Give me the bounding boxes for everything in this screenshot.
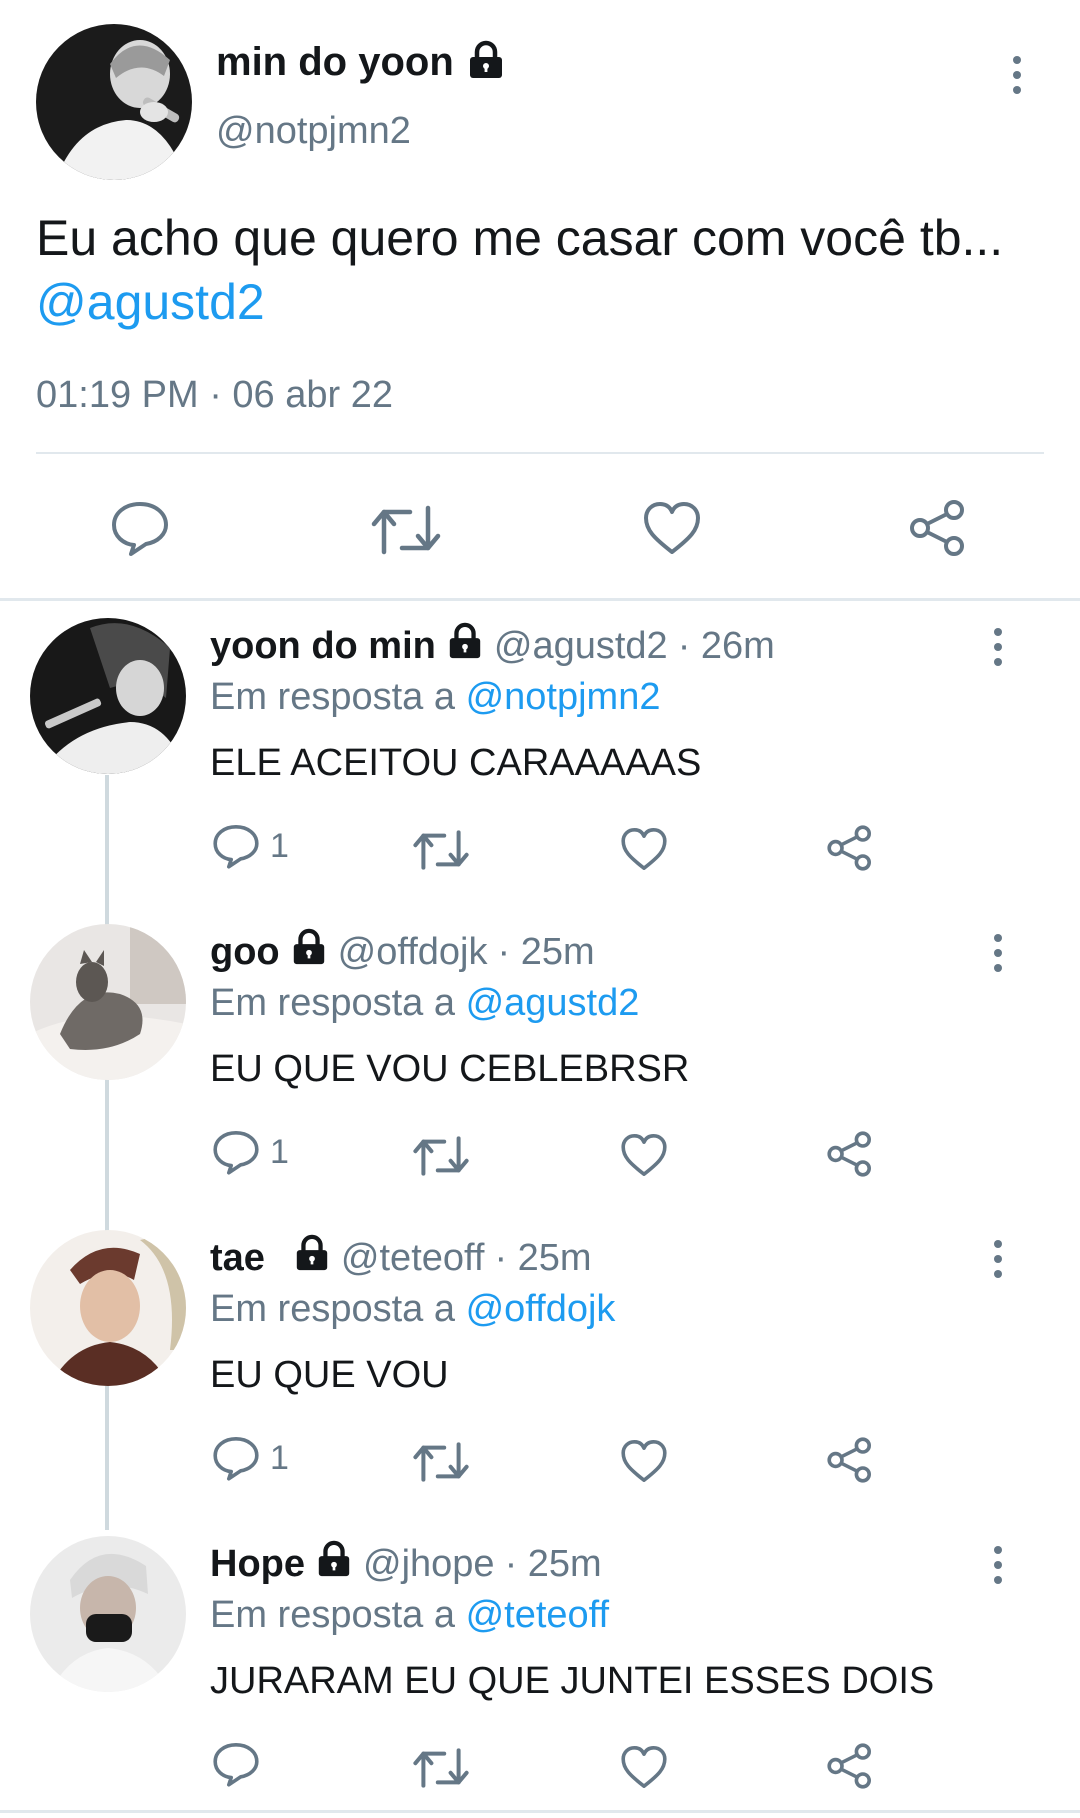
retweet-icon[interactable] [412, 1438, 470, 1486]
reply-action[interactable]: 1 [212, 822, 289, 870]
lock-icon [293, 1234, 331, 1282]
lock-icon [290, 928, 328, 976]
share-icon[interactable] [826, 824, 874, 872]
like-icon[interactable] [620, 826, 668, 872]
reply-icon[interactable] [212, 1128, 260, 1176]
reply-to-label: Em resposta a [210, 982, 455, 1024]
reply-text: EU QUE VOU CEBLEBRSR [210, 1048, 690, 1090]
share-icon[interactable] [826, 1436, 874, 1484]
divider [36, 452, 1044, 454]
reply-to-handle[interactable]: @notpjmn2 [466, 676, 661, 718]
retweet-icon[interactable] [370, 500, 442, 560]
share-icon[interactable] [826, 1742, 874, 1790]
reply-to-handle[interactable]: @offdojk [466, 1288, 616, 1330]
retweet-icon[interactable] [412, 1132, 470, 1180]
display-name[interactable]: Hope [210, 1543, 305, 1586]
reply-icon[interactable] [212, 1434, 260, 1482]
section-divider [0, 598, 1080, 601]
reply-text: EU QUE VOU [210, 1354, 449, 1396]
lock-icon [315, 1540, 353, 1588]
more-icon[interactable] [988, 628, 1008, 666]
reply-action[interactable]: 1 [212, 1128, 289, 1176]
display-name[interactable]: min do yoon [216, 40, 454, 85]
more-icon[interactable] [988, 934, 1008, 972]
display-name[interactable]: goo [210, 931, 280, 974]
like-icon[interactable] [620, 1132, 668, 1178]
reply-icon[interactable] [212, 822, 260, 870]
time: · 26m [677, 624, 775, 667]
avatar[interactable] [30, 618, 186, 774]
avatar[interactable] [30, 1230, 186, 1386]
like-icon[interactable] [620, 1438, 668, 1484]
reply-to-label: Em resposta a [210, 676, 455, 718]
reply-action[interactable]: 1 [212, 1434, 289, 1482]
display-name[interactable]: tae [210, 1237, 265, 1280]
like-icon[interactable] [642, 500, 702, 556]
share-icon[interactable] [826, 1130, 874, 1178]
bottom-divider [0, 1810, 1080, 1813]
mention-link[interactable]: @agustd2 [36, 274, 265, 330]
retweet-icon[interactable] [412, 1744, 470, 1792]
avatar[interactable] [30, 924, 186, 1080]
like-icon[interactable] [620, 1744, 668, 1790]
reply-count: 1 [270, 826, 289, 865]
time: · 25m [497, 930, 595, 973]
tweet-text: Eu acho que quero me casar com você tb..… [36, 206, 1036, 334]
tweet-body: Eu acho que quero me casar com você tb..… [36, 210, 1004, 266]
avatar[interactable] [30, 1536, 186, 1692]
handle[interactable]: @jhope [363, 1543, 495, 1586]
more-icon[interactable] [988, 1546, 1008, 1584]
lock-icon [466, 40, 506, 85]
reply-to-handle[interactable]: @teteoff [466, 1594, 610, 1636]
avatar[interactable] [36, 24, 192, 180]
reply-to-handle[interactable]: @agustd2 [466, 982, 640, 1024]
reply-to-label: Em resposta a [210, 1288, 455, 1330]
reply-action[interactable] [212, 1740, 270, 1788]
handle[interactable]: @offdojk [338, 931, 488, 974]
reply-count: 1 [270, 1132, 289, 1171]
reply-count: 1 [270, 1438, 289, 1477]
handle[interactable]: @notpjmn2 [216, 110, 411, 153]
handle[interactable]: @teteoff [341, 1237, 485, 1280]
more-icon[interactable] [1007, 56, 1027, 94]
more-icon[interactable] [988, 1240, 1008, 1278]
reply-icon[interactable] [212, 1740, 260, 1788]
reply-text: ELE ACEITOU CARAAAAAS [210, 742, 702, 784]
share-icon[interactable] [908, 498, 968, 558]
time: · 25m [504, 1542, 602, 1585]
display-name[interactable]: yoon do min [210, 625, 436, 668]
reply-text: JURARAM EU QUE JUNTEI ESSES DOIS [210, 1660, 935, 1702]
retweet-icon[interactable] [412, 826, 470, 874]
reply-to-label: Em resposta a [210, 1594, 455, 1636]
handle[interactable]: @agustd2 [494, 625, 668, 668]
timestamp[interactable]: 01:19 PM · 06 abr 22 [36, 374, 393, 417]
reply-icon[interactable] [110, 498, 170, 558]
thread-line [105, 775, 109, 1530]
time: · 25m [494, 1236, 592, 1279]
lock-icon [446, 622, 484, 670]
